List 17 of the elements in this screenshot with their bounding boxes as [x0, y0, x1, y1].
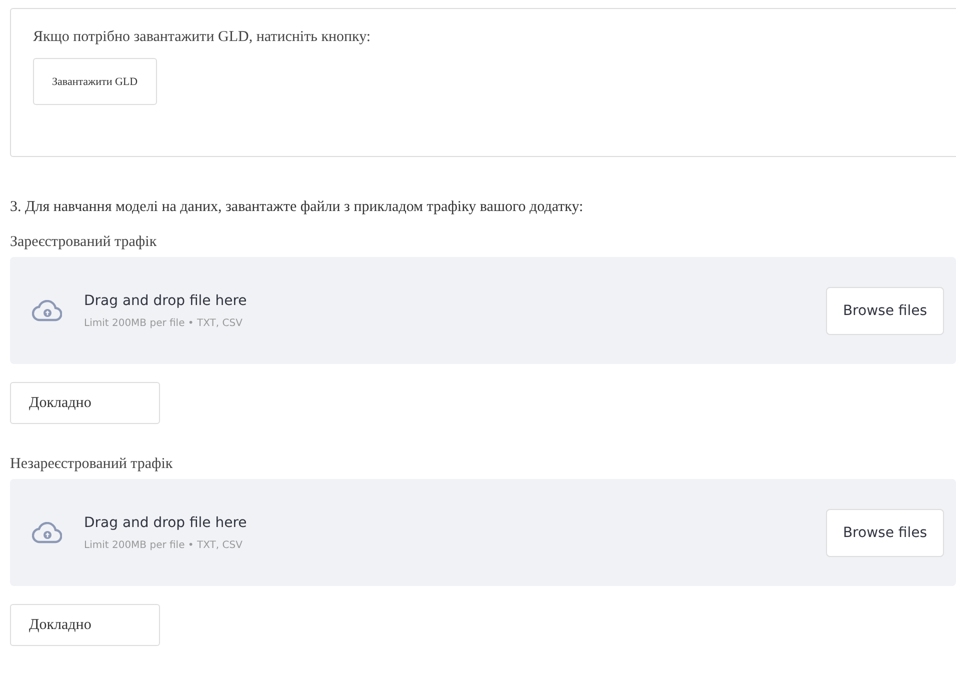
browse-files-button[interactable]: Browse files: [826, 508, 944, 556]
file-dropzone[interactable]: Drag and drop file here Limit 200MB per file • TXT, CSV Browse files: [10, 479, 956, 586]
cloud-upload-icon: [32, 300, 62, 322]
download-gld-button[interactable]: Завантажити GLD: [33, 58, 157, 105]
cloud-upload-icon: [32, 522, 62, 544]
details-button[interactable]: Докладно: [10, 382, 160, 424]
instruction-text: 3. Для навчання моделі на даних, завантажте файли з прикладом трафіку вашого додатку:: [10, 199, 584, 216]
browse-files-button[interactable]: Browse files: [826, 286, 944, 334]
file-limit-text: Limit 200MB per file • TXT, CSV: [84, 318, 244, 328]
uploader-label: Зареєстрований трафік: [10, 234, 158, 251]
drop-instruction: Drag and drop file here: [84, 292, 248, 308]
drop-instruction: Drag and drop file here: [84, 514, 248, 530]
file-dropzone[interactable]: Drag and drop file here Limit 200MB per file • TXT, CSV Browse files: [10, 257, 956, 364]
details-button[interactable]: Докладно: [10, 604, 160, 646]
uploader-label: Незареєстрований трафік: [10, 456, 174, 473]
file-limit-text: Limit 200MB per file • TXT, CSV: [84, 540, 244, 550]
gld-prompt: Якщо потрібно завантажити GLD, натисніть кнопку:: [33, 29, 372, 46]
